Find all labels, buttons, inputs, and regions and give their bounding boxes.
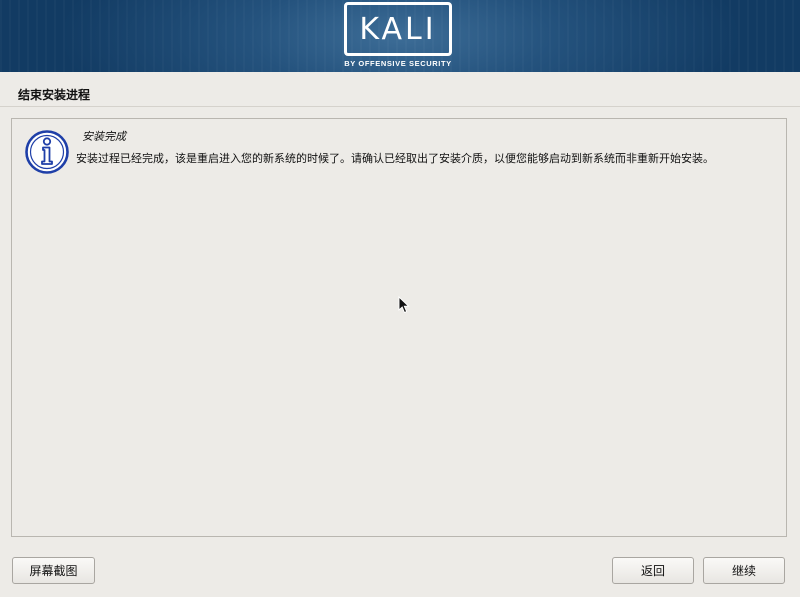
dialog-title: 安装完成 <box>82 130 126 143</box>
title-divider <box>0 106 800 107</box>
kali-logo: KALI <box>344 2 452 56</box>
kali-banner: KALI BY OFFENSIVE SECURITY <box>0 0 800 72</box>
logo-subtitle: BY OFFENSIVE SECURITY <box>344 59 452 68</box>
back-button[interactable]: 返回 <box>612 557 694 584</box>
page-title: 结束安装进程 <box>18 88 91 102</box>
screenshot-button[interactable]: 屏幕截图 <box>12 557 95 584</box>
dialog-message: 安装过程已经完成，该是重启进入您的新系统的时候了。请确认已经取出了安装介质，以便… <box>76 152 714 165</box>
content-panel: 安装完成 安装过程已经完成，该是重启进入您的新系统的时候了。请确认已经取出了安装… <box>11 118 787 537</box>
continue-button[interactable]: 继续 <box>703 557 785 584</box>
logo-text: KALI <box>359 12 437 47</box>
info-icon <box>25 130 69 174</box>
mouse-cursor-icon <box>398 296 410 314</box>
